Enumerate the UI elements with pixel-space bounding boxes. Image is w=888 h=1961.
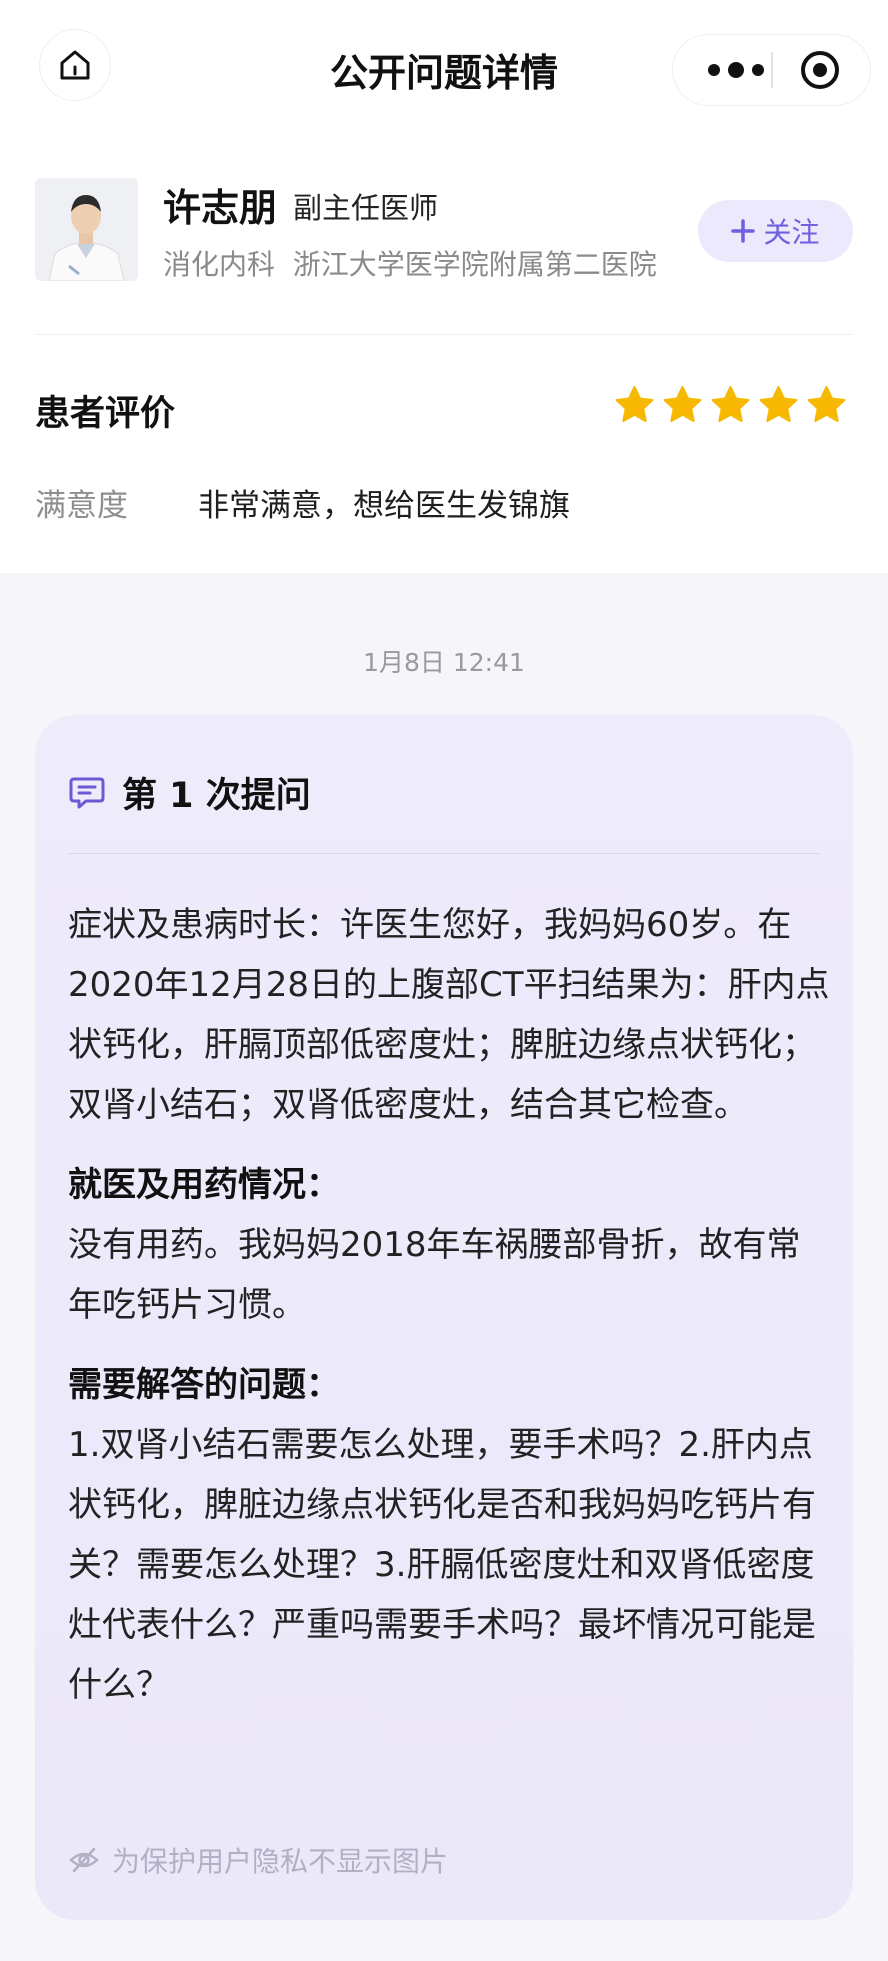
review-title: 患者评价 bbox=[35, 394, 176, 434]
follow-label: 关注 bbox=[763, 216, 820, 249]
doctor-name: 许志朋 bbox=[163, 186, 278, 230]
message-timestamp: 1月8日 12:41 bbox=[363, 648, 525, 677]
doctor-card[interactable]: 许志朋 副主任医师 消化内科 浙江大学医学院附属第二医院 关注 bbox=[35, 175, 855, 295]
star-icon bbox=[711, 386, 750, 422]
divider bbox=[35, 334, 853, 335]
symptoms-text: 症状及患病时长：许医生您好，我妈妈60岁。在2020年12月28日的上腹部CT平… bbox=[68, 905, 830, 1125]
doctor-department: 消化内科 浙江大学医学院附属第二医院 bbox=[163, 248, 657, 281]
more-icon[interactable] bbox=[701, 57, 771, 83]
doctor-avatar[interactable] bbox=[35, 178, 138, 281]
question-content: 症状及患病时长：许医生您好，我妈妈60岁。在2020年12月28日的上腹部CT平… bbox=[68, 895, 830, 1715]
eye-hidden-icon bbox=[69, 1847, 99, 1873]
question-heading: 第 1 次提问 bbox=[122, 775, 311, 816]
plus-icon bbox=[731, 219, 756, 243]
target-icon[interactable] bbox=[799, 49, 841, 91]
card-divider bbox=[68, 853, 820, 854]
chat-icon bbox=[69, 777, 105, 809]
medication-text: 没有用药。我妈妈2018年车祸腰部骨折，故有常年吃钙片习惯。 bbox=[68, 1225, 801, 1325]
follow-button[interactable]: 关注 bbox=[698, 200, 853, 262]
questions-text: 1.双肾小结石需要怎么处理，要手术吗？2.肝内点状钙化，脾脏边缘点状钙化是否和我… bbox=[68, 1425, 816, 1705]
satisfaction-value: 非常满意，想给医生发锦旗 bbox=[198, 488, 570, 524]
star-rating bbox=[612, 383, 852, 429]
questions-title: 需要解答的问题： bbox=[68, 1365, 340, 1405]
star-icon bbox=[663, 386, 702, 422]
mini-program-capsule bbox=[673, 35, 870, 105]
star-icon bbox=[615, 386, 654, 422]
question-card: 第 1 次提问 症状及患病时长：许医生您好，我妈妈60岁。在2020年12月28… bbox=[35, 715, 853, 1920]
star-icon bbox=[807, 386, 846, 422]
privacy-note: 为保护用户隐私不显示图片 bbox=[68, 1840, 448, 1880]
question-header: 第 1 次提问 bbox=[68, 767, 311, 817]
medication-title: 就医及用药情况： bbox=[68, 1165, 340, 1205]
satisfaction-label: 满意度 bbox=[35, 488, 128, 524]
doctor-photo bbox=[35, 178, 138, 281]
doctor-title: 副主任医师 bbox=[293, 191, 439, 225]
capsule-divider bbox=[771, 52, 773, 88]
privacy-text: 为保护用户隐私不显示图片 bbox=[112, 1845, 449, 1878]
navigation-bar: 公开问题详情 bbox=[0, 0, 888, 145]
star-icon bbox=[759, 386, 798, 422]
